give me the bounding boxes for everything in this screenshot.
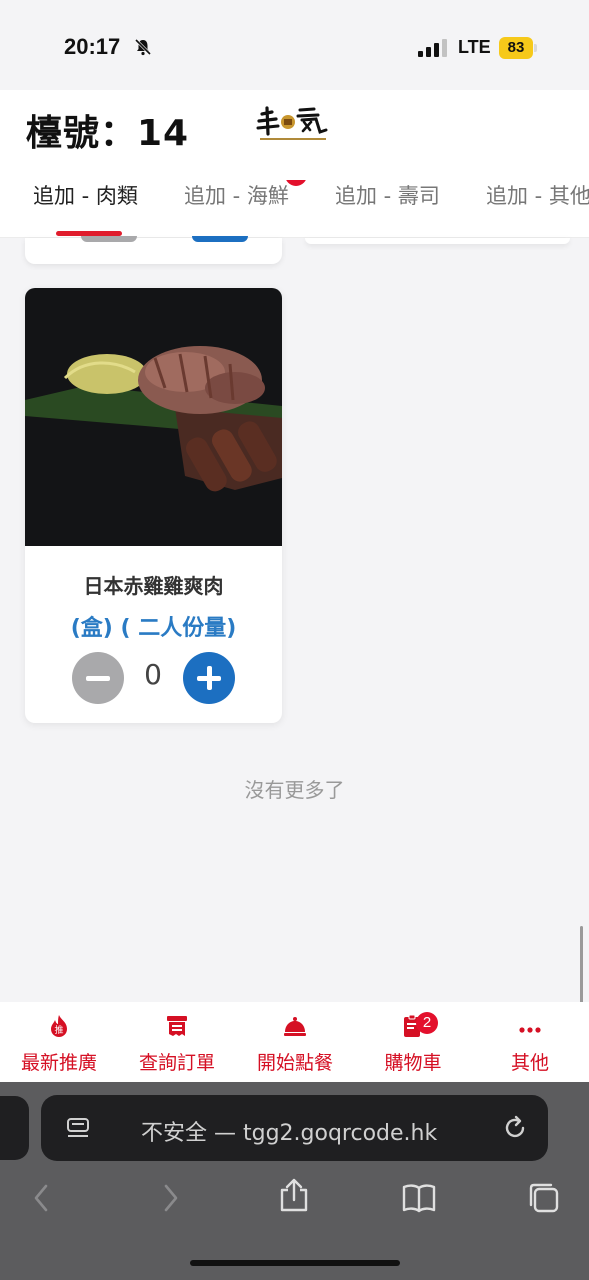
battery-icon: 83 [499, 37, 537, 59]
nav-item-cart[interactable]: 2 購物車 [354, 1010, 472, 1080]
home-indicator[interactable] [190, 1260, 400, 1266]
increase-quantity-button[interactable] [183, 652, 235, 704]
restaurant-logo [256, 106, 328, 140]
tab-meat[interactable]: 追加 - 肉類 [33, 180, 138, 210]
list-end-text: 沒有更多了 [244, 778, 345, 802]
previous-card-right [305, 238, 570, 244]
nav-label-promotions: 最新推廣 [20, 1052, 97, 1074]
fire-recommend-icon: 推 [51, 1015, 67, 1037]
item-name: 日本赤雞雞爽肉 [83, 574, 224, 598]
previous-card [25, 236, 282, 264]
tab-seafood[interactable]: 追加 - 海鮮 [184, 180, 289, 210]
tab-others[interactable]: 追加 - 其他 [486, 180, 589, 210]
network-type: LTE [458, 37, 491, 57]
previous-tab-peek[interactable] [0, 1096, 29, 1160]
table-number: 檯號：14 [26, 113, 190, 154]
page-header: 檯號：14 追加 - 肉類 追加 - 海鮮 2 追加 - 壽司 追加 - 其他 [0, 90, 589, 238]
decrease-quantity-button[interactable] [72, 652, 124, 704]
menu-item-card: 日本赤雞雞爽肉 (盒) ( 二人份量) 0 [25, 288, 282, 723]
tab-sushi[interactable]: 追加 - 壽司 [335, 180, 440, 210]
bookmarks-icon[interactable] [401, 1180, 437, 1216]
cart-badge: 2 [416, 1012, 438, 1034]
clock: 20:17 [64, 34, 121, 59]
nav-item-others[interactable]: 其他 [471, 1010, 589, 1080]
nav-label-cart: 購物車 [384, 1052, 442, 1074]
nav-item-orders[interactable]: 查詢訂單 [118, 1010, 236, 1080]
bell-off-icon [134, 38, 152, 56]
forward-icon[interactable] [152, 1180, 188, 1216]
page-menu-icon[interactable] [65, 1116, 91, 1142]
url-text: 不安全 — tgg2.goqrcode.hk [141, 1121, 438, 1146]
category-tabs: 追加 - 肉類 追加 - 海鮮 2 追加 - 壽司 追加 - 其他 [0, 180, 589, 236]
more-dots-icon [519, 1027, 541, 1033]
address-bar[interactable]: 不安全 — tgg2.goqrcode.hk [41, 1095, 548, 1161]
receipt-icon [167, 1016, 187, 1036]
battery-level: 83 [499, 37, 533, 59]
svg-text:推: 推 [54, 1024, 63, 1036]
nav-item-promotions[interactable]: 推 最新推廣 [0, 1010, 118, 1080]
browser-toolbar: 不安全 — tgg2.goqrcode.hk [0, 1082, 589, 1280]
cloche-icon [284, 1017, 306, 1036]
share-icon[interactable] [276, 1178, 312, 1214]
signal-icon [418, 39, 447, 57]
grilled-chicken-photo [25, 288, 282, 546]
reload-icon[interactable] [501, 1114, 529, 1142]
item-unit: (盒) ( 二人份量) [70, 616, 237, 641]
tabs-icon[interactable] [526, 1180, 562, 1216]
item-quantity: 0 [144, 658, 162, 691]
nav-label-start-order: 開始點餐 [256, 1052, 333, 1074]
status-bar: 20:17 LTE 83 [0, 0, 589, 90]
nav-label-orders: 查詢訂單 [138, 1052, 215, 1074]
back-icon[interactable] [24, 1180, 60, 1216]
nav-label-others: 其他 [510, 1052, 549, 1074]
nav-item-start-order[interactable]: 開始點餐 [236, 1010, 354, 1080]
bottom-nav: 推 最新推廣 查詢訂單 開始點餐 2 購物車 其他 [0, 1002, 589, 1082]
